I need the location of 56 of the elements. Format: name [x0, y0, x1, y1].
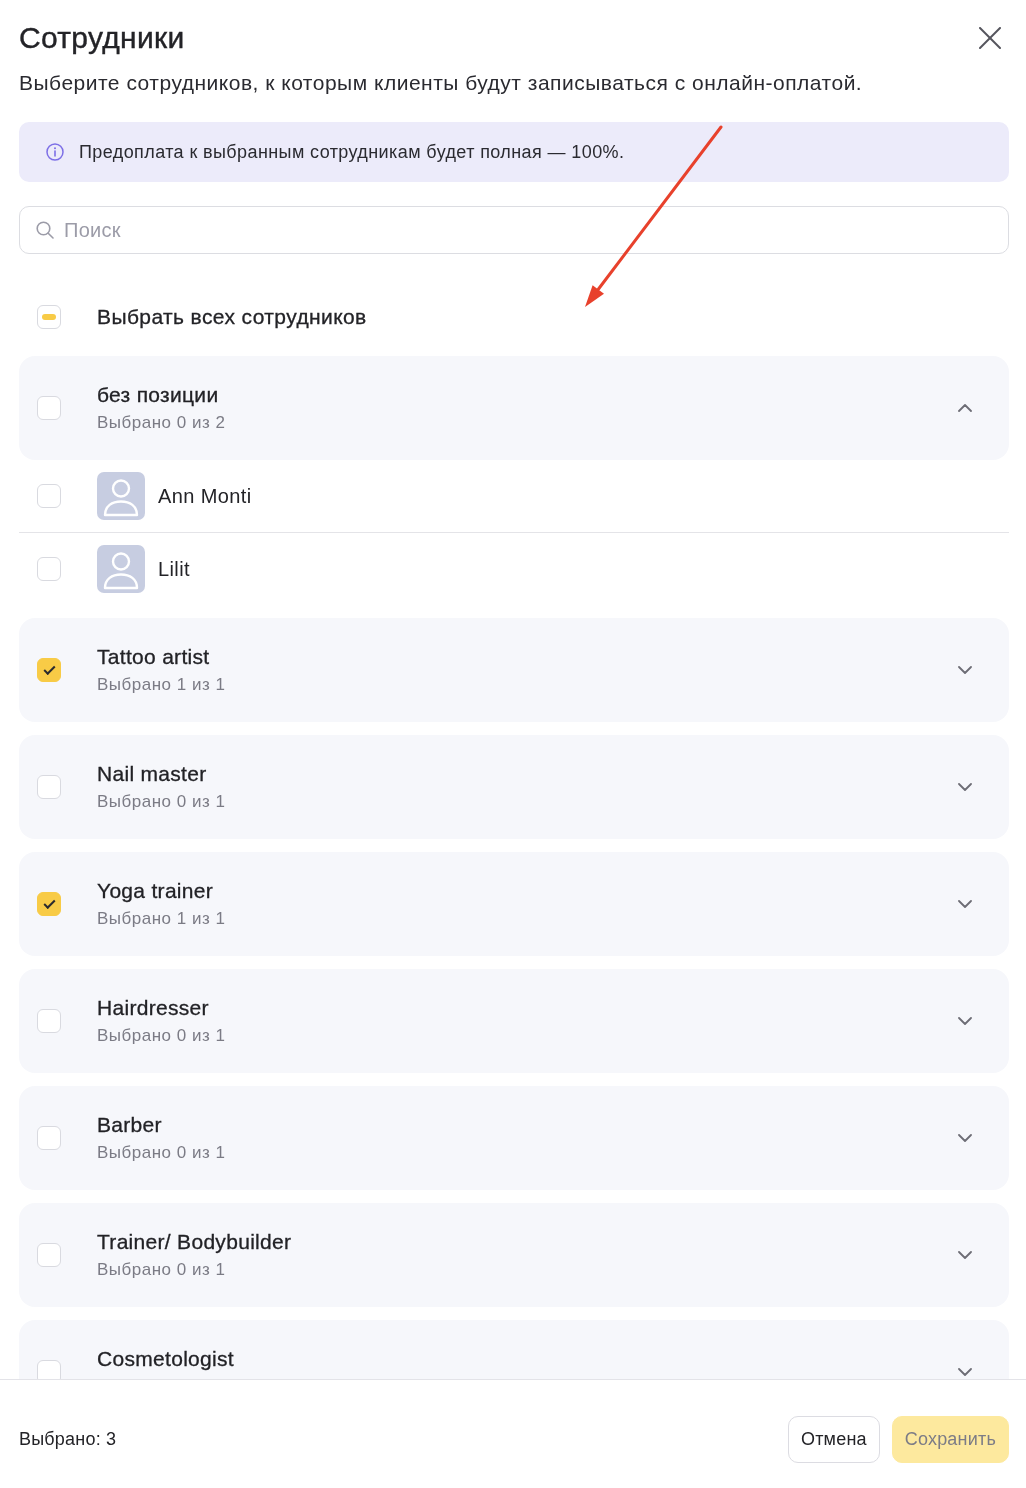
group-header[interactable]: без позиции Выбрано 0 из 2 [19, 356, 1009, 460]
checkbox[interactable] [37, 892, 61, 916]
group-title: Tattoo artist [97, 644, 210, 670]
group-subtitle: Выбрано 0 из 2 [97, 412, 226, 434]
group-subtitle: Выбрано 0 из 1 [97, 1025, 226, 1047]
checkbox[interactable] [37, 1009, 61, 1033]
group-header[interactable]: Tattoo artist Выбрано 1 из 1 [19, 618, 1009, 722]
group-subtitle: Выбрано 0 из 1 [97, 1259, 226, 1281]
group-title: без позиции [97, 382, 219, 408]
group-header[interactable]: Nail master Выбрано 0 из 1 [19, 735, 1009, 839]
checkbox[interactable] [37, 484, 61, 508]
search-field[interactable]: Поиск [19, 206, 1009, 254]
selected-count: Выбрано: 3 [19, 1429, 117, 1450]
cancel-button[interactable]: Отмена [787, 1416, 880, 1463]
employee-name: Lilit [158, 557, 190, 581]
chevron-up-icon[interactable] [958, 404, 972, 412]
chevron-down-icon[interactable] [958, 900, 972, 908]
info-text: Предоплата к выбранным сотрудникам будет полная — 100%. [79, 141, 625, 163]
chevron-down-icon[interactable] [958, 1368, 972, 1376]
chevron-down-icon[interactable] [958, 666, 972, 674]
select-all-label: Выбрать всех сотрудников [97, 305, 367, 329]
group-title: Hairdresser [97, 995, 209, 1021]
chevron-down-icon[interactable] [958, 1017, 972, 1025]
chevron-down-icon[interactable] [958, 783, 972, 791]
group-title: Nail master [97, 761, 207, 787]
checkbox[interactable] [37, 305, 61, 329]
dialog-title: Сотрудники [19, 20, 185, 56]
group-subtitle: Выбрано 0 из 1 [97, 791, 226, 813]
group-header[interactable]: Yoga trainer Выбрано 1 из 1 [19, 852, 1009, 956]
group-header[interactable]: Trainer/ Bodybuilder Выбрано 0 из 1 [19, 1203, 1009, 1307]
checkbox[interactable] [37, 1126, 61, 1150]
group-title: Yoga trainer [97, 878, 214, 904]
checkbox[interactable] [37, 396, 61, 420]
chevron-down-icon[interactable] [958, 1251, 972, 1259]
employee-name: Ann Monti [158, 484, 252, 508]
group-header[interactable]: Cosmetologist [19, 1320, 1009, 1379]
checkbox[interactable] [37, 658, 61, 682]
info-icon [46, 143, 64, 161]
chevron-down-icon[interactable] [958, 1134, 972, 1142]
group-title: Cosmetologist [97, 1346, 234, 1372]
dialog-subtitle: Выберите сотрудников, к которым клиенты будут записываться с онлайн-оплатой. [19, 71, 863, 94]
avatar-icon [97, 545, 145, 593]
group-title: Trainer/ Bodybuilder [97, 1229, 292, 1255]
group-subtitle: Выбрано 0 из 1 [97, 1142, 226, 1164]
group-title: Barber [97, 1112, 162, 1138]
group-subtitle: Выбрано 1 из 1 [97, 908, 226, 930]
group-header[interactable]: Hairdresser Выбрано 0 из 1 [19, 969, 1009, 1073]
checkbox[interactable] [37, 557, 61, 581]
search-icon [36, 221, 54, 239]
checkbox[interactable] [37, 775, 61, 799]
group-subtitle: Выбрано 1 из 1 [97, 674, 226, 696]
group-header[interactable]: Barber Выбрано 0 из 1 [19, 1086, 1009, 1190]
checkbox[interactable] [37, 1360, 61, 1379]
checkbox[interactable] [37, 1243, 61, 1267]
close-icon[interactable] [979, 27, 1001, 49]
avatar-icon [97, 472, 145, 520]
